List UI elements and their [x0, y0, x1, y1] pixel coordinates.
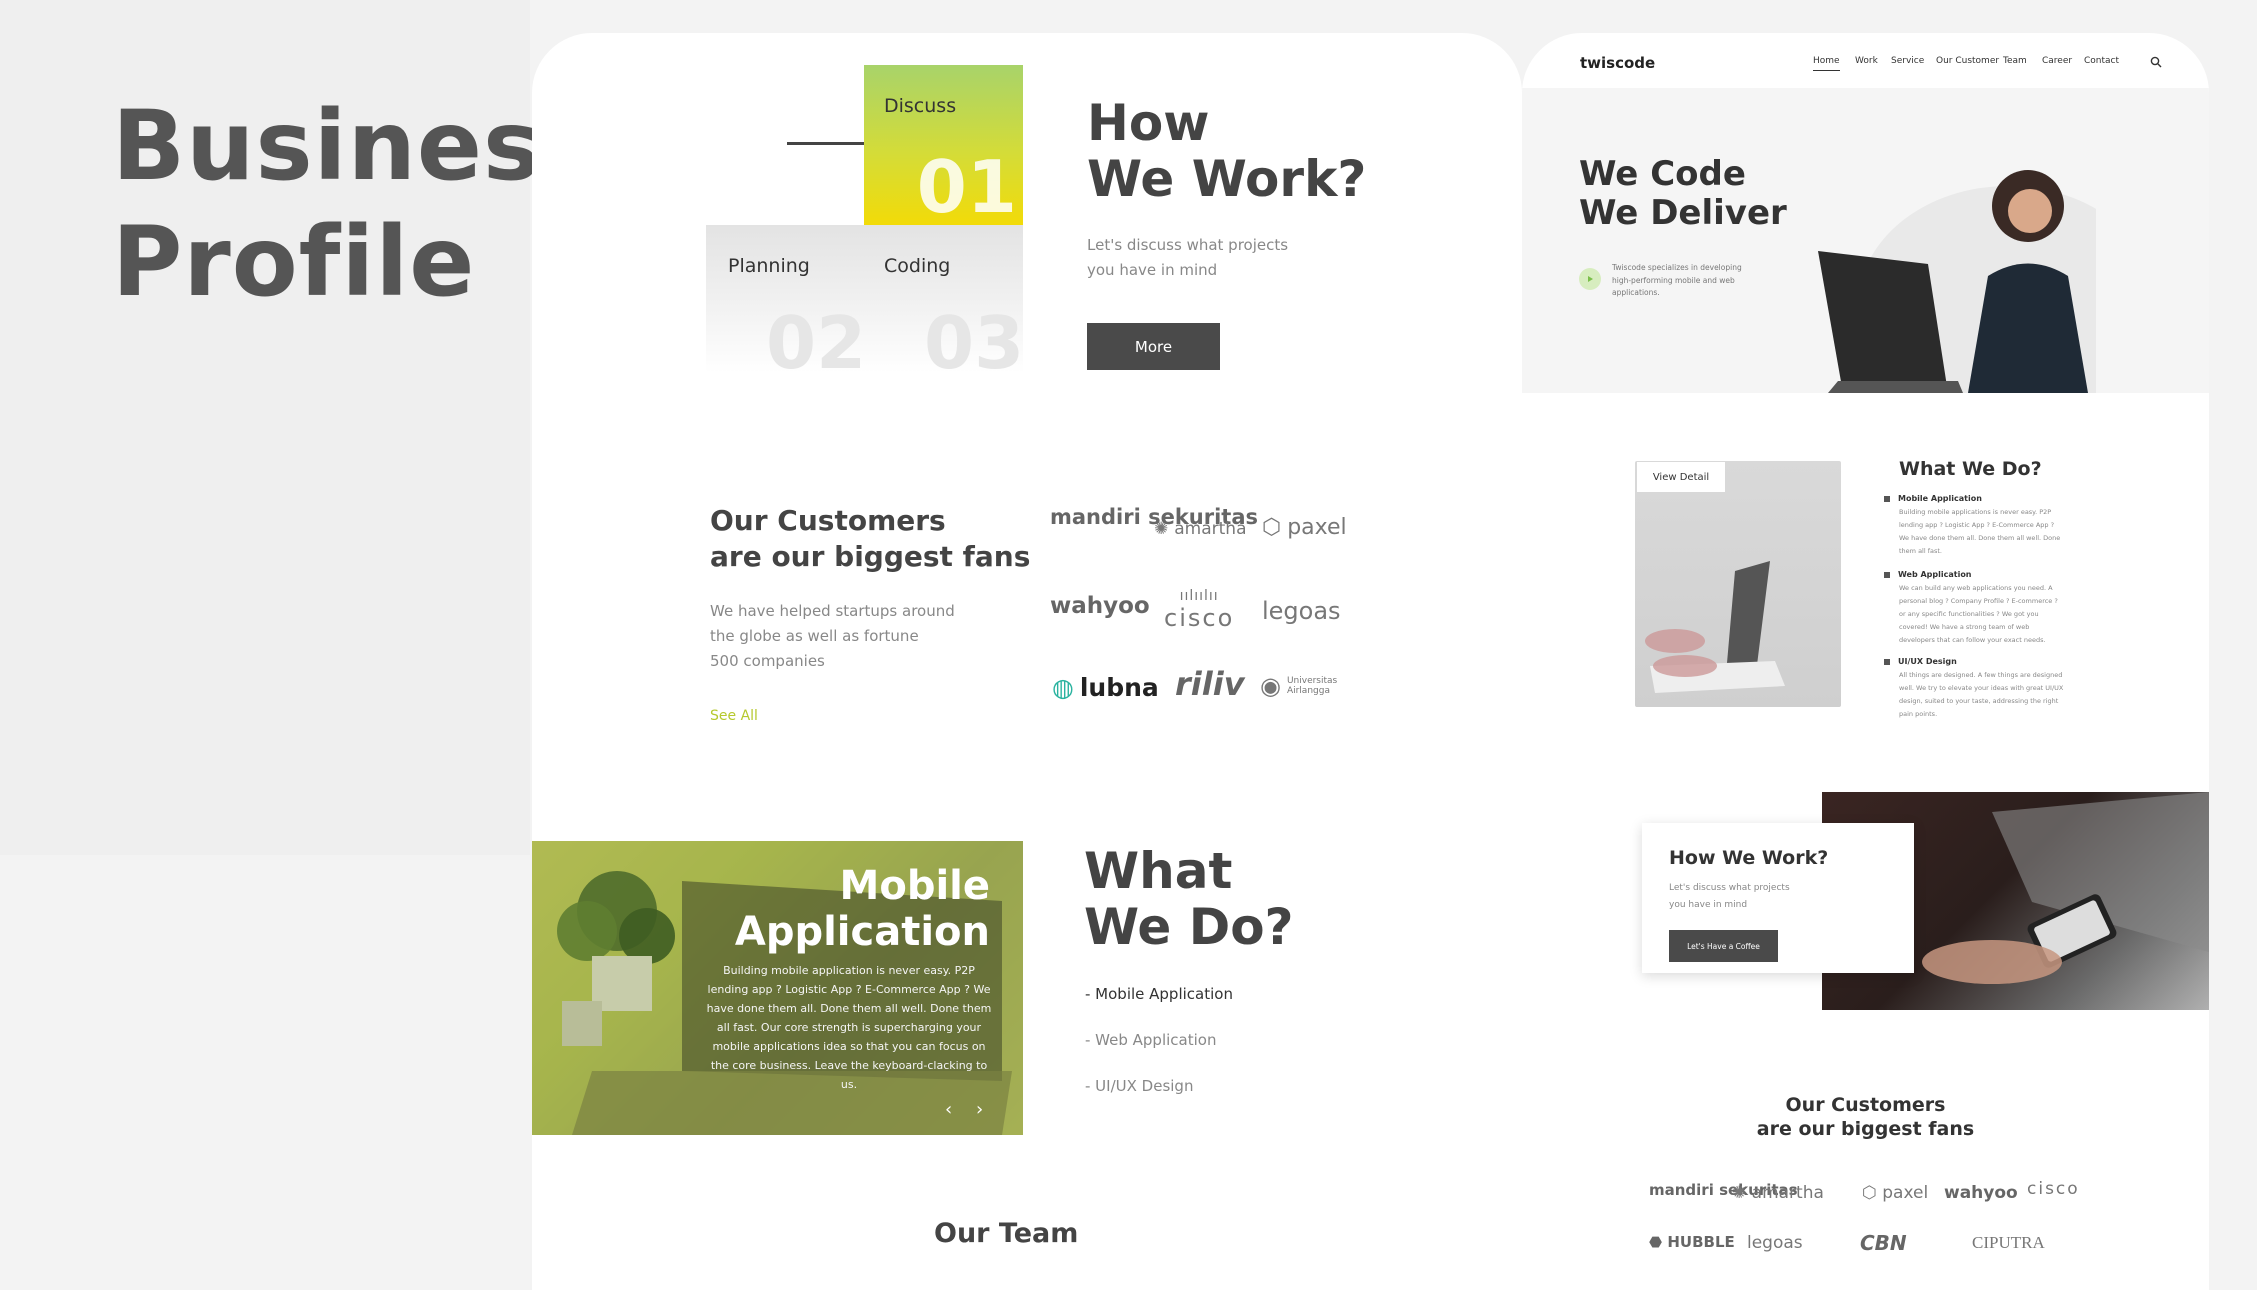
hero-person-laptop-image	[1818, 170, 2096, 393]
page-title: Business Profile	[112, 88, 599, 320]
our-team-title: Our Team	[934, 1218, 1079, 1249]
service-laptop-image	[1635, 461, 1841, 707]
how-we-work-card-title: How We Work?	[1669, 847, 1829, 869]
logo-wahyoo: wahyoo	[1944, 1183, 2018, 1203]
logo-hubble: ⬣ HUBBLE	[1649, 1233, 1735, 1251]
design-icon	[1884, 658, 1890, 665]
right-preview-card: twiscode Home Work Service Our Customer …	[1522, 33, 2209, 1290]
page-title-line-1: Business	[112, 90, 600, 202]
page-title-line-2: Profile	[112, 206, 476, 318]
customers-title: Our Customers are our biggest fans	[1756, 1094, 1975, 1140]
logo-legoas: legoas	[1747, 1233, 1803, 1253]
step-label: Coding	[884, 255, 951, 277]
nav-service[interactable]: Service	[1891, 56, 1924, 66]
search-icon[interactable]	[2150, 53, 2162, 72]
paxel-icon: ⬡	[1262, 515, 1282, 540]
service-web: Web Application We can build any web app…	[1884, 570, 2064, 647]
step-number: 01	[916, 145, 1017, 229]
hubble-icon: ⬣	[1649, 1233, 1663, 1251]
mobile-application-title: Mobile Application	[734, 863, 990, 955]
logo-amartha: ✺ amartha	[1154, 519, 1247, 539]
nav-work[interactable]: Work	[1855, 56, 1878, 66]
what-we-do-title: What We Do?	[1899, 458, 2042, 480]
logo-ciputra: CIPUTRA	[1972, 1233, 2045, 1252]
web-icon	[1884, 571, 1890, 578]
see-all-link[interactable]: See All	[710, 708, 758, 724]
step-discuss: Discuss 01	[864, 65, 1023, 225]
service-item-web[interactable]: - Web Application	[1085, 1031, 1216, 1049]
how-we-work-subtitle: Let's discuss what projects you have in …	[1087, 236, 1289, 279]
customers-subtitle: We have helped startups around the globe…	[710, 602, 955, 670]
step-label: Discuss	[884, 95, 957, 117]
logo-lubna: ◍ lubna	[1052, 673, 1159, 702]
step-label: Planning	[728, 255, 810, 277]
mobile-application-image: Mobile Application Building mobile appli…	[532, 841, 1023, 1135]
lets-have-a-coffee-button[interactable]: Let's Have a Coffee	[1669, 930, 1778, 962]
service-item-mobile[interactable]: - Mobile Application	[1085, 985, 1233, 1003]
next-arrow-icon[interactable]: ›	[976, 1099, 983, 1120]
nav-team[interactable]: Team	[2003, 56, 2027, 66]
how-divider-line	[787, 142, 864, 145]
step-number: 03	[924, 301, 1025, 385]
more-button[interactable]: More	[1087, 323, 1220, 370]
logo-cbn: CBN	[1860, 1231, 1907, 1255]
mobile-application-body: Building mobile application is never eas…	[706, 964, 992, 1091]
logo-unair: ◉ Universitas Airlangga	[1260, 672, 1338, 700]
hero-description: Twiscode specializes in developing high-…	[1612, 263, 1742, 297]
logo-wahyoo: wahyoo	[1050, 593, 1150, 619]
cisco-bars-icon: ıılıılıı	[1179, 588, 1219, 604]
play-icon[interactable]	[1579, 268, 1601, 290]
logo-legoas: legoas	[1262, 597, 1341, 625]
nav-home[interactable]: Home	[1813, 56, 1840, 71]
logo-paxel: ⬡ paxel	[1862, 1183, 1929, 1203]
unair-seal-icon: ◉	[1260, 672, 1281, 700]
step-number: 02	[766, 301, 867, 385]
hero-section: We Code We Deliver Twiscode specializes …	[1522, 88, 2209, 393]
left-preview-card: Discuss 01 Planning 02 Coding 03 How We …	[532, 33, 1522, 1290]
logo-paxel: ⬡ paxel	[1262, 515, 1347, 540]
lubna-icon: ◍	[1052, 673, 1074, 702]
what-we-do-title: What We Do?	[1084, 842, 1294, 956]
service-item-uiux[interactable]: - UI/UX Design	[1085, 1077, 1193, 1095]
nav-career[interactable]: Career	[2042, 56, 2072, 66]
service-mobile: Mobile Application Building mobile appli…	[1884, 494, 2064, 558]
amartha-icon: ✺	[1732, 1183, 1747, 1203]
service-uiux: UI/UX Design All things are designed. A …	[1884, 657, 2064, 721]
logo-amartha: ✺ amartha	[1732, 1183, 1824, 1203]
logo-cisco: cisco	[2027, 1179, 2080, 1199]
twiscode-logo[interactable]: twiscode	[1580, 54, 1655, 72]
customers-title: Our Customers are our biggest fans	[710, 504, 1031, 573]
amartha-icon: ✺	[1154, 519, 1169, 539]
paxel-icon: ⬡	[1862, 1183, 1877, 1203]
nav-our-customer[interactable]: Our Customer	[1936, 56, 1999, 66]
logo-riliv: riliv	[1175, 665, 1245, 703]
how-we-work-card: How We Work? Let's discuss what projects…	[1642, 823, 1914, 973]
how-we-work-card-subtitle: Let's discuss what projects you have in …	[1669, 883, 1790, 910]
mobile-icon	[1884, 495, 1890, 502]
steps-planning-coding: Planning 02 Coding 03	[706, 225, 1024, 379]
nav-contact[interactable]: Contact	[2084, 56, 2119, 66]
how-we-work-title: How We Work?	[1087, 94, 1367, 208]
logo-cisco: ıılıılıı cisco	[1164, 588, 1235, 632]
view-detail-button[interactable]: View Detail	[1637, 462, 1725, 492]
prev-arrow-icon[interactable]: ‹	[945, 1099, 952, 1120]
hero-title: We Code We Deliver	[1579, 154, 1787, 233]
laptop-typing-illustration	[1645, 561, 1785, 693]
